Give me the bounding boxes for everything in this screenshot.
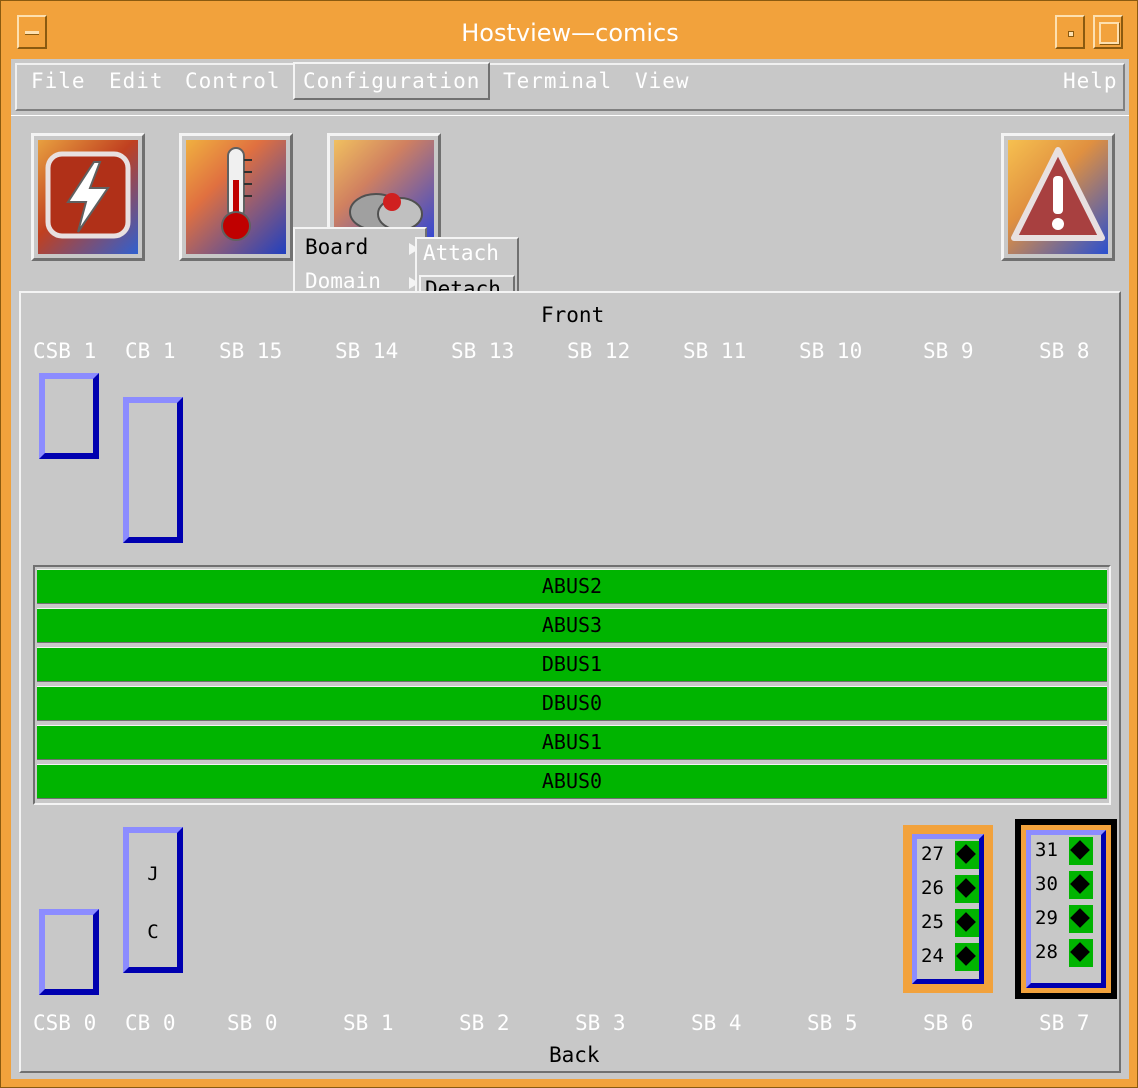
cb0-letter-j: J xyxy=(147,863,159,885)
processor-28[interactable]: 28 xyxy=(1031,937,1101,971)
slot-label-sb8: SB 8 xyxy=(1039,339,1090,363)
processor-status-icon xyxy=(1069,905,1093,933)
slot-label-sb1: SB 1 xyxy=(343,1011,394,1035)
menu-file[interactable]: File xyxy=(31,69,86,93)
back-label: Back xyxy=(549,1043,600,1067)
bus-panel: ABUS2 ABUS3 DBUS1 DBUS0 ABUS1 ABUS0 xyxy=(33,565,1111,805)
window-title: Hostview—comics xyxy=(461,19,679,47)
processor-27[interactable]: 27 xyxy=(917,839,979,873)
client-area: File Edit Control Configuration Terminal… xyxy=(11,59,1129,1079)
menu-terminal[interactable]: Terminal xyxy=(503,69,612,93)
hostview-window: Hostview—comics File Edit Control Config… xyxy=(0,0,1138,1088)
slot-label-sb5: SB 5 xyxy=(807,1011,858,1035)
processor-31[interactable]: 31 xyxy=(1031,835,1101,869)
menu-configuration[interactable]: Configuration xyxy=(293,62,491,100)
menu-item-board[interactable]: Board xyxy=(305,235,368,259)
temperature-button[interactable] xyxy=(179,133,293,261)
sb7-board[interactable]: 31 30 29 28 xyxy=(1015,819,1117,999)
processor-30[interactable]: 30 xyxy=(1031,869,1101,903)
slot-label-sb0: SB 0 xyxy=(227,1011,278,1035)
menu-item-attach[interactable]: Attach xyxy=(419,241,515,273)
bus-dbus0[interactable]: DBUS0 xyxy=(37,686,1107,721)
menu-view[interactable]: View xyxy=(635,69,690,93)
thermometer-icon xyxy=(186,140,286,254)
bus-dbus1[interactable]: DBUS1 xyxy=(37,647,1107,682)
processor-status-icon xyxy=(1069,837,1093,865)
maximize-button[interactable] xyxy=(1093,15,1123,49)
menu-edit[interactable]: Edit xyxy=(109,69,164,93)
processor-status-icon xyxy=(955,943,979,971)
slot-label-sb15: SB 15 xyxy=(219,339,283,363)
slot-label-csb0: CSB 0 xyxy=(33,1011,97,1035)
cb1-board[interactable] xyxy=(123,397,183,543)
cb0-letter-c: C xyxy=(147,921,159,943)
alert-icon xyxy=(1008,140,1108,254)
slot-label-csb1: CSB 1 xyxy=(33,339,97,363)
slot-label-cb0: CB 0 xyxy=(125,1011,176,1035)
processor-25[interactable]: 25 xyxy=(917,907,979,941)
slot-label-sb3: SB 3 xyxy=(575,1011,626,1035)
sb6-board[interactable]: 27 26 25 24 xyxy=(903,825,993,993)
slot-label-sb7: SB 7 xyxy=(1039,1011,1090,1035)
menu-help[interactable]: Help xyxy=(1063,69,1118,93)
power-button[interactable] xyxy=(31,133,145,261)
processor-26[interactable]: 26 xyxy=(917,873,979,907)
bus-abus0[interactable]: ABUS0 xyxy=(37,764,1107,799)
menu-item-domain[interactable]: Domain xyxy=(305,269,381,293)
processor-24[interactable]: 24 xyxy=(917,941,979,975)
csb1-board[interactable] xyxy=(39,373,99,459)
front-label: Front xyxy=(541,303,605,327)
processor-29[interactable]: 29 xyxy=(1031,903,1101,937)
slot-label-sb6: SB 6 xyxy=(923,1011,974,1035)
minimize-button[interactable] xyxy=(1055,15,1085,49)
processor-status-icon xyxy=(955,875,979,903)
processor-status-icon xyxy=(1069,939,1093,967)
slot-label-cb1: CB 1 xyxy=(125,339,176,363)
slot-label-sb4: SB 4 xyxy=(691,1011,742,1035)
processor-status-icon xyxy=(955,909,979,937)
menu-control[interactable]: Control xyxy=(185,69,281,93)
csb0-board[interactable] xyxy=(39,909,99,995)
slot-label-sb13: SB 13 xyxy=(451,339,515,363)
menu-bar: File Edit Control Configuration Terminal… xyxy=(11,59,1129,116)
bus-abus2[interactable]: ABUS2 xyxy=(37,569,1107,604)
power-icon xyxy=(38,140,138,254)
slot-label-sb2: SB 2 xyxy=(459,1011,510,1035)
processor-status-icon xyxy=(955,841,979,869)
slot-label-sb9: SB 9 xyxy=(923,339,974,363)
slot-label-sb10: SB 10 xyxy=(799,339,863,363)
bus-abus3[interactable]: ABUS3 xyxy=(37,608,1107,643)
title-bar[interactable]: Hostview—comics xyxy=(11,11,1129,55)
slot-label-sb14: SB 14 xyxy=(335,339,399,363)
alert-button[interactable] xyxy=(1001,133,1115,261)
slot-label-sb12: SB 12 xyxy=(567,339,631,363)
slot-label-sb11: SB 11 xyxy=(683,339,747,363)
processor-status-icon xyxy=(1069,871,1093,899)
cabinet-panel: Front CSB 1 CB 1 SB 15 SB 14 SB 13 SB 12… xyxy=(19,291,1121,1073)
bus-abus1[interactable]: ABUS1 xyxy=(37,725,1107,760)
cb0-board[interactable]: J C xyxy=(123,827,183,973)
